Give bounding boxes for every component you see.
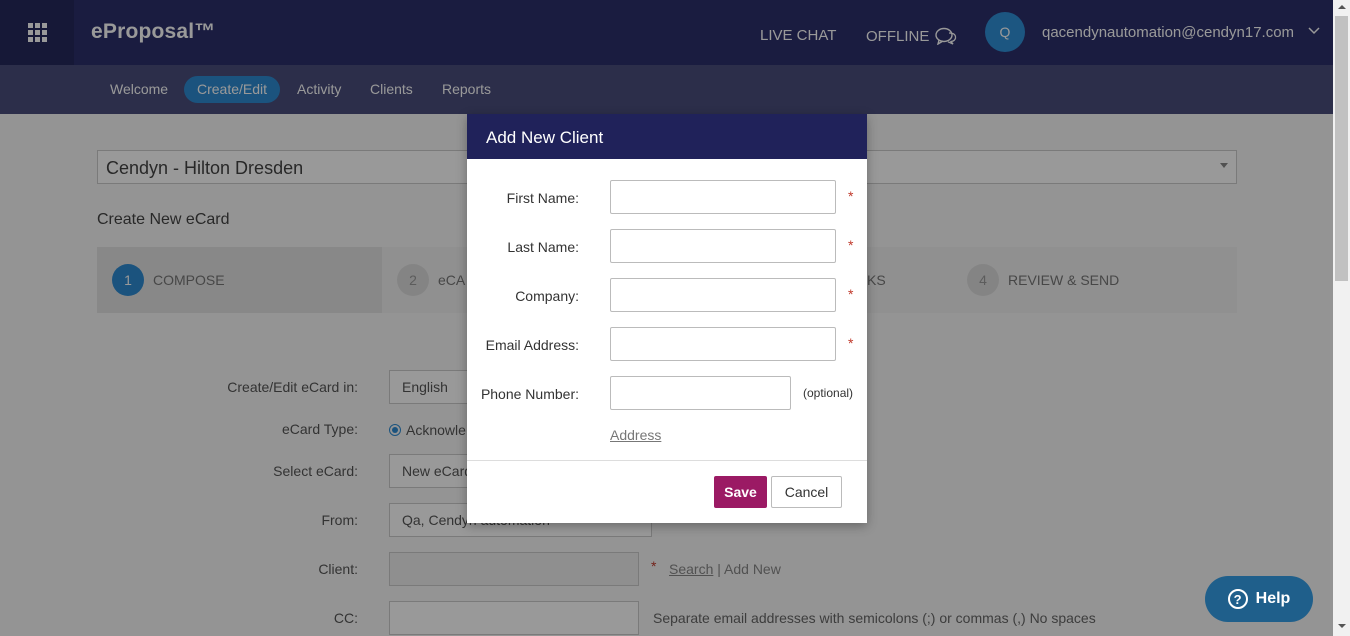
required-star: * <box>848 286 854 302</box>
company-label: Company: <box>515 288 579 304</box>
dialog-title: Add New Client <box>467 114 867 159</box>
cancel-button[interactable]: Cancel <box>771 476 842 508</box>
optional-note: (optional) <box>803 386 854 400</box>
first-name-field[interactable] <box>610 180 836 214</box>
add-new-client-dialog: Add New Client First Name: * Last Name: … <box>467 114 867 523</box>
save-button[interactable]: Save <box>714 476 767 508</box>
scroll-up-icon[interactable] <box>1338 5 1346 9</box>
required-star: * <box>848 237 854 253</box>
last-name-label: Last Name: <box>507 239 579 255</box>
required-star: * <box>848 188 854 204</box>
address-link[interactable]: Address <box>610 427 661 443</box>
phone-label: Phone Number: <box>480 386 579 402</box>
dialog-divider <box>467 460 867 461</box>
phone-field[interactable] <box>610 376 791 410</box>
help-label: Help <box>1255 590 1291 607</box>
company-field[interactable] <box>610 278 836 312</box>
help-button[interactable]: ? Help <box>1205 576 1313 622</box>
required-star: * <box>848 335 854 351</box>
scroll-thumb[interactable] <box>1335 16 1348 281</box>
first-name-label: First Name: <box>506 190 579 206</box>
email-field[interactable] <box>610 327 836 361</box>
email-label: Email Address: <box>485 337 579 353</box>
page-scrollbar[interactable] <box>1333 0 1350 636</box>
scroll-down-icon[interactable] <box>1338 624 1346 628</box>
question-icon: ? <box>1227 589 1248 609</box>
last-name-field[interactable] <box>610 229 836 263</box>
